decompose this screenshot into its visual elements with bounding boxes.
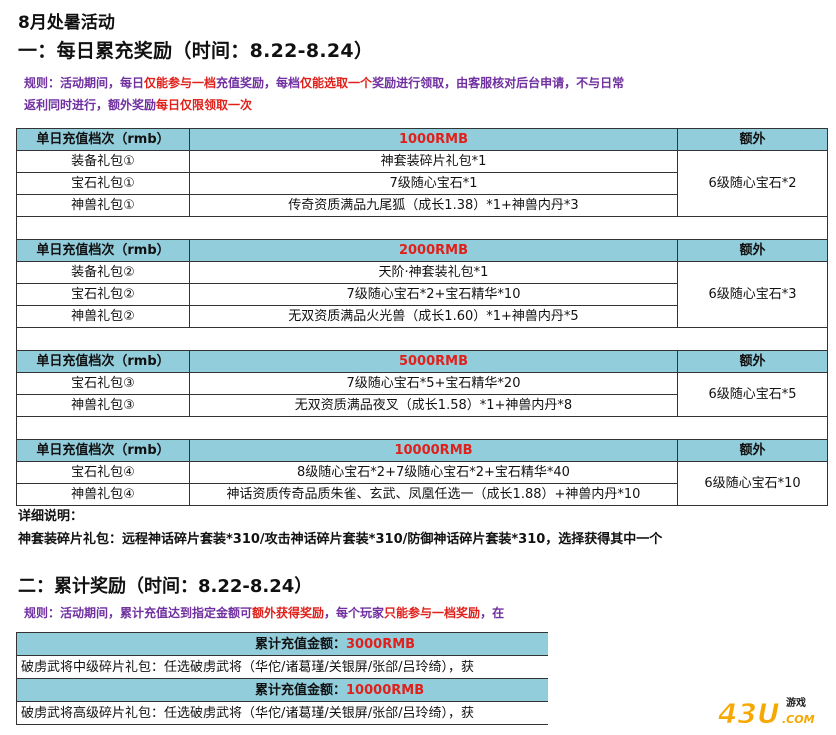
- section1-heading: 一：每日累充奖励（时间：8.22-8.24）: [18, 40, 374, 62]
- rule-highlight-text: 仅能选取一个: [300, 76, 373, 90]
- reward-row: 装备礼包① 神套装碎片礼包*1 6级随心宝石*2: [16, 150, 828, 217]
- cumulative-amount-cell: 累计充值金额：10000RMB: [16, 678, 548, 702]
- pack-name-cell: 宝石礼包③: [16, 372, 190, 395]
- extra-header-cell: 额外: [677, 239, 828, 262]
- pack-content-cell: 神话资质传奇品质朱雀、玄武、凤凰任选一（成长1.88）+神兽内丹*10: [189, 483, 678, 506]
- rule-text: 返利同时进行，额外奖励: [24, 98, 157, 112]
- pack-name-cell: 神兽礼包①: [16, 194, 190, 217]
- extra-reward-cell: 6级随心宝石*3: [677, 261, 828, 328]
- tier-header-row: 单日充值档次（rmb） 1000RMB 额外: [16, 128, 828, 151]
- cumulative-header-row: 累计充值金额：10000RMB: [16, 678, 548, 702]
- rule-highlight-text: 只能参与一档奖励: [384, 606, 481, 620]
- pack-content-cell: 传奇资质满品九尾狐（成长1.38）*1+神兽内丹*3: [189, 194, 678, 217]
- cumulative-label: 累计充值金额：: [255, 682, 347, 698]
- cumulative-label: 累计充值金额：: [255, 636, 347, 652]
- extra-reward-cell: 6级随心宝石*5: [677, 372, 828, 417]
- pack-name-cell: 神兽礼包④: [16, 483, 190, 506]
- tier-label-cell: 单日充值档次（rmb）: [16, 350, 190, 373]
- rule-highlight-text: 仅能参与一档: [144, 76, 217, 90]
- cumulative-reward-cell: 破虏武将中级碎片礼包：任选破虏武将（华佗/诸葛瑾/关银屏/张郃/吕玲绮），获: [16, 655, 548, 679]
- cumulative-reward-table-wrap: 累计充值金额：3000RMB 破虏武将中级碎片礼包：任选破虏武将（华佗/诸葛瑾/关…: [16, 632, 548, 725]
- extra-reward-cell: 6级随心宝石*10: [677, 461, 828, 506]
- pack-name-cell: 神兽礼包②: [16, 305, 190, 328]
- pack-content-cell: 7级随心宝石*2+宝石精华*10: [189, 283, 678, 306]
- table-spacer-row: [16, 216, 828, 240]
- extra-header-cell: 额外: [677, 128, 828, 151]
- table-spacer-row: [16, 416, 828, 440]
- rule-text: ，在: [480, 606, 505, 620]
- tier-header-row: 单日充值档次（rmb） 2000RMB 额外: [16, 239, 828, 262]
- pack-content-cell: 天阶·神套装礼包*1: [189, 261, 678, 284]
- pack-content-cell: 无双资质满品夜叉（成长1.58）*1+神兽内丹*8: [189, 394, 678, 417]
- spacer-cell: [16, 416, 828, 440]
- section2-rules: 规则：活动期间，累计充值达到指定金额可额外获得奖励，每个玩家只能参与一档奖励，在: [24, 602, 549, 624]
- logo-suffix-text: 游戏: [786, 696, 806, 709]
- reward-row: 装备礼包② 天阶·神套装礼包*1 6级随心宝石*3: [16, 261, 828, 328]
- rule-text: ，每个玩家: [324, 606, 385, 620]
- cumulative-amount-cell: 累计充值金额：3000RMB: [16, 632, 548, 656]
- detail-text: 神套装碎片礼包：远程神话碎片套装*310/攻击神话碎片套装*310/防御神话碎片…: [18, 532, 663, 547]
- cumulative-reward-table: 累计充值金额：3000RMB 破虏武将中级碎片礼包：任选破虏武将（华佗/诸葛瑾/关…: [16, 632, 548, 725]
- table-spacer-row: [16, 327, 828, 351]
- pack-content-cell: 7级随心宝石*1: [189, 172, 678, 195]
- pack-name-cell: 装备礼包②: [16, 261, 190, 284]
- tier-amount-cell: 2000RMB: [189, 239, 678, 262]
- tier-label-cell: 单日充值档次（rmb）: [16, 128, 190, 151]
- tier-header-row: 单日充值档次（rmb） 5000RMB 额外: [16, 350, 828, 373]
- pack-content-cell: 7级随心宝石*5+宝石精华*20: [189, 372, 678, 395]
- section2-heading: 二：累计奖励（时间：8.22-8.24）: [18, 576, 313, 597]
- tier-amount-cell: 10000RMB: [189, 439, 678, 462]
- rule-text: 规则：活动期间，累计充值达到指定金额可: [24, 606, 253, 620]
- pack-name-cell: 宝石礼包①: [16, 172, 190, 195]
- reward-row: 宝石礼包③ 7级随心宝石*5+宝石精华*20 6级随心宝石*5: [16, 372, 828, 417]
- tier-header-row: 单日充值档次（rmb） 10000RMB 额外: [16, 439, 828, 462]
- extra-reward-cell: 6级随心宝石*2: [677, 150, 828, 217]
- tier-amount-cell: 1000RMB: [189, 128, 678, 151]
- pack-content-cell: 8级随心宝石*2+7级随心宝石*2+宝石精华*40: [189, 461, 678, 484]
- rule-highlight-text: 额外获得奖励: [252, 606, 325, 620]
- cumulative-amount: 3000RMB: [346, 636, 416, 652]
- detail-label: 详细说明：: [18, 509, 84, 524]
- pack-content-cell: 无双资质满品火光兽（成长1.60）*1+神兽内丹*5: [189, 305, 678, 328]
- logo-domain-text: .COM: [782, 713, 815, 726]
- cumulative-reward-row: 破虏武将高级碎片礼包：任选破虏武将（华佗/诸葛瑾/关银屏/张郃/吕玲绮），获: [16, 701, 548, 725]
- section1-rules-line1: 规则：活动期间，每日仅能参与一档充值奖励，每档仅能选取一个奖励进行领取，由客服核…: [24, 72, 624, 94]
- rule-text: 充值奖励，每档: [216, 76, 301, 90]
- logo-43u-text: 43U: [717, 697, 780, 729]
- pack-name-cell: 宝石礼包④: [16, 461, 190, 484]
- pack-content-cell: 神套装碎片礼包*1: [189, 150, 678, 173]
- reward-row: 宝石礼包④ 8级随心宝石*2+7级随心宝石*2+宝石精华*40 6级随心宝石*10: [16, 461, 828, 506]
- spacer-cell: [16, 216, 828, 240]
- pack-name-cell: 神兽礼包③: [16, 394, 190, 417]
- tier-label-cell: 单日充值档次（rmb）: [16, 439, 190, 462]
- page-title: 8月处暑活动: [18, 13, 115, 33]
- rule-highlight-text: 每日仅限领取一次: [156, 98, 253, 112]
- pack-name-cell: 宝石礼包②: [16, 283, 190, 306]
- section1-rules-line2: 返利同时进行，额外奖励每日仅限领取一次: [24, 94, 252, 116]
- extra-header-cell: 额外: [677, 439, 828, 462]
- cumulative-header-row: 累计充值金额：3000RMB: [16, 632, 548, 656]
- site-logo: 43U 游戏 .COM: [716, 693, 824, 731]
- pack-name-cell: 装备礼包①: [16, 150, 190, 173]
- logo-graphic: 43U 游戏 .COM: [717, 696, 815, 731]
- tier-label-cell: 单日充值档次（rmb）: [16, 239, 190, 262]
- extra-header-cell: 额外: [677, 350, 828, 373]
- rule-text: 规则：活动期间，每日: [24, 76, 145, 90]
- daily-recharge-table: 单日充值档次（rmb） 1000RMB 额外 装备礼包① 神套装碎片礼包*1 6级随心宝石…: [16, 128, 828, 506]
- rule-text: 奖励进行领取，由客服核对后台申请，不与日常: [372, 76, 625, 90]
- tier-amount-cell: 5000RMB: [189, 350, 678, 373]
- cumulative-reward-cell: 破虏武将高级碎片礼包：任选破虏武将（华佗/诸葛瑾/关银屏/张郃/吕玲绮），获: [16, 701, 548, 725]
- cumulative-reward-row: 破虏武将中级碎片礼包：任选破虏武将（华佗/诸葛瑾/关银屏/张郃/吕玲绮），获: [16, 655, 548, 679]
- cumulative-amount: 10000RMB: [346, 682, 425, 698]
- spacer-cell: [16, 327, 828, 351]
